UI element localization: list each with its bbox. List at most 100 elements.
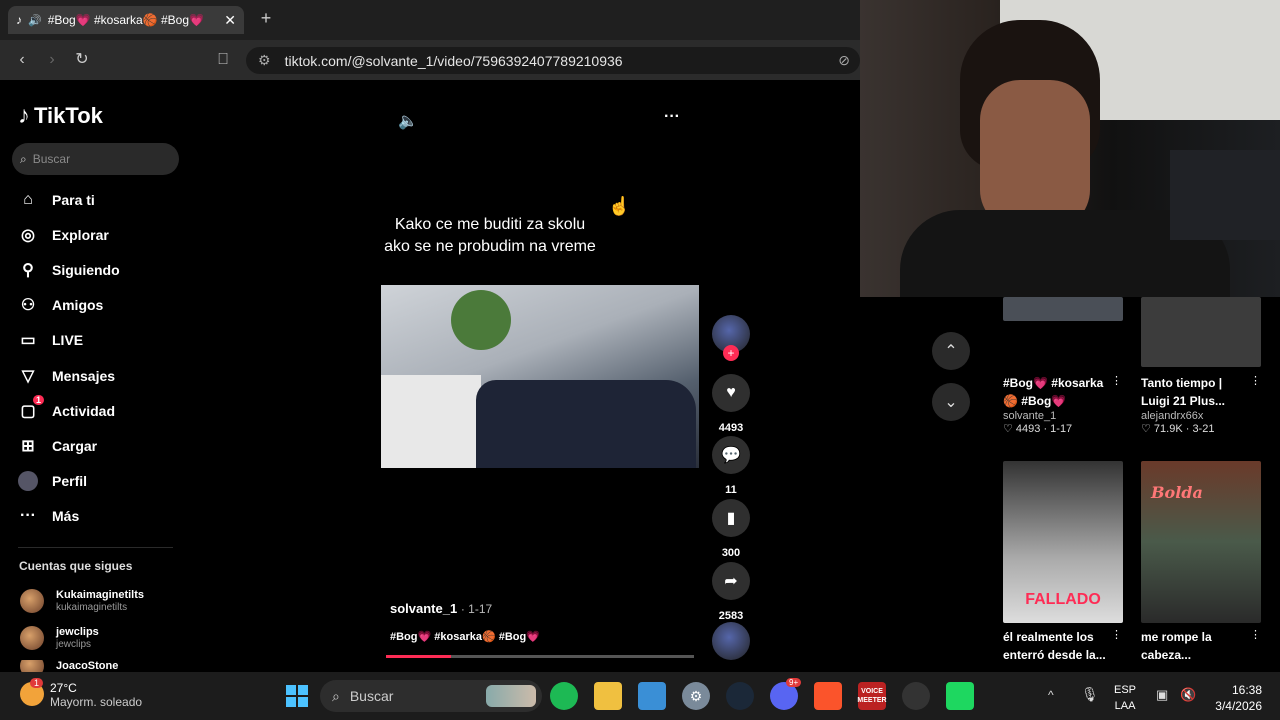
card-more-icon[interactable]: ⋮ <box>1250 628 1261 641</box>
photos-icon[interactable] <box>638 682 666 710</box>
back-icon[interactable]: ‹ <box>10 48 34 72</box>
microphone-icon[interactable]: 🎙 <box>1081 686 1099 703</box>
send-icon: ▽ <box>21 368 35 385</box>
followed-account[interactable]: jewclips jewclips <box>20 623 190 653</box>
reload-icon[interactable]: ↻ <box>70 48 94 72</box>
tiktok-note-icon: ♪ <box>18 102 30 129</box>
video-thumbnail[interactable]: FALLADO <box>1003 461 1123 623</box>
author-name: solvante_1 <box>390 601 458 616</box>
sidebar-item-actividad[interactable]: ▢ 1 Actividad <box>18 395 188 426</box>
voicemeeter-label: VOICE MEETER <box>857 688 887 704</box>
bookmark-icon[interactable]: ⎕ <box>211 48 235 72</box>
sidebar-item-amigos[interactable]: ⚇ Amigos <box>18 290 188 320</box>
video-player[interactable] <box>381 285 699 468</box>
volume-muted-icon[interactable]: 🔇 <box>1180 687 1196 703</box>
discord-icon[interactable]: 9+ <box>770 678 802 710</box>
volume-icon[interactable]: 🔈 <box>398 111 418 131</box>
clock[interactable]: 16:38 3/4/2026 <box>1210 682 1262 714</box>
windows-start-icon[interactable] <box>283 682 311 710</box>
avatar <box>20 589 44 613</box>
brave-browser-icon[interactable] <box>814 682 842 710</box>
grid-card[interactable]: me rompe la cabeza... <box>1141 628 1251 664</box>
language-indicator[interactable]: ESP LAA <box>1114 682 1136 714</box>
grid-card[interactable]: Tanto tiempo | Luigi 21 Plus... alejandr… <box>1141 374 1251 435</box>
creator-avatar[interactable]: + <box>711 315 751 361</box>
card-more-icon[interactable]: ⋮ <box>1250 374 1261 387</box>
follow-plus-icon[interactable]: + <box>723 345 739 361</box>
close-tab-icon[interactable]: ✕ <box>224 12 236 29</box>
voicemeeter-icon[interactable]: VOICE MEETER <box>857 682 887 710</box>
sidebar-item-explorar[interactable]: ◎ Explorar <box>18 220 188 250</box>
chair <box>1170 150 1280 240</box>
tiktok-favicon-icon: ♪ <box>16 13 22 27</box>
video-progress-fill <box>386 655 451 658</box>
camera-off-icon[interactable]: ⊘ <box>838 52 850 69</box>
video-thumbnail[interactable] <box>1141 297 1261 367</box>
video-author[interactable]: solvante_1 · 1-17 <box>390 601 492 616</box>
video-caption-overlay: Kako ce me buditi za skolu ako se ne pro… <box>384 216 596 255</box>
video-hashtags[interactable]: #Bog💗 #kosarka🏀 #Bog💗 <box>390 630 540 643</box>
face <box>980 80 1090 230</box>
card-author: alejandrx66x <box>1141 410 1204 422</box>
tiktok-logo[interactable]: ♪ TikTok <box>18 102 103 130</box>
sidebar-item-label: Explorar <box>52 227 109 243</box>
sleeping-person <box>476 380 696 468</box>
site-settings-icon[interactable]: ⚙ <box>258 52 271 69</box>
discord-badge: 9+ <box>786 678 802 687</box>
new-tab-button[interactable]: + <box>256 8 276 32</box>
nightstand <box>381 375 481 468</box>
browser-tab[interactable]: ♪ 🔊 #Bog💗 #kosarka🏀 #Bog💗 ✕ <box>8 6 244 34</box>
show-hidden-icons-chevron-icon[interactable]: ^ <box>1048 688 1054 702</box>
sidebar-item-mensajes[interactable]: ▽ Mensajes <box>18 361 188 391</box>
card-more-icon[interactable]: ⋮ <box>1111 374 1122 387</box>
network-icon[interactable]: ▣ <box>1156 687 1168 703</box>
like-button[interactable]: ♥ 4493 <box>711 374 751 434</box>
avatar <box>20 626 44 650</box>
sidebar-item-cargar[interactable]: ⊞ Cargar <box>18 431 188 461</box>
weather-widget[interactable]: 27°C Mayorm. soleado <box>50 681 142 709</box>
card-more-icon[interactable]: ⋮ <box>1111 628 1122 641</box>
previous-video-button[interactable]: ⌃ <box>932 332 970 370</box>
music-disc[interactable] <box>711 622 751 660</box>
kick-icon[interactable] <box>946 682 974 710</box>
comment-button[interactable]: 💬 11 <box>711 436 751 496</box>
save-button[interactable]: ▮ 300 <box>711 499 751 559</box>
divider <box>18 547 173 548</box>
steam-icon[interactable] <box>726 682 754 710</box>
forward-icon[interactable]: › <box>40 48 64 72</box>
grid-card[interactable]: #Bog💗 #kosarka🏀 #Bog💗 solvante_1 ♡ 4493 … <box>1003 374 1113 435</box>
settings-gear-icon[interactable]: ⚙ <box>682 682 710 710</box>
obs-icon[interactable] <box>902 682 930 710</box>
taskbar-search[interactable]: ⌕ Buscar <box>320 680 542 712</box>
video-thumbnail[interactable]: Bolda <box>1141 461 1261 623</box>
followed-account[interactable]: Kukaimaginetilts kukaimaginetilts <box>20 586 190 616</box>
share-count: 2583 <box>718 610 744 622</box>
thumbnail-overlay-text: FALLADO <box>1025 591 1101 608</box>
compass-icon: ◎ <box>21 227 35 244</box>
comment-icon: 💬 <box>712 436 750 474</box>
sidebar-item-mas[interactable]: ··· Más <box>18 501 188 531</box>
weather-icon[interactable]: 1 <box>20 678 44 706</box>
sidebar-item-siguiendo[interactable]: ⚲ Siguiendo <box>18 255 188 285</box>
clock-date: 3/4/2026 <box>1215 699 1262 713</box>
followed-account[interactable]: JoacoStone <box>20 660 190 672</box>
file-explorer-icon[interactable] <box>594 682 622 710</box>
address-bar[interactable]: ⚙ tiktok.com/@solvante_1/video/759639240… <box>246 47 860 74</box>
grid-card[interactable]: él realmente los enterró desde la... <box>1003 628 1115 664</box>
sidebar-item-live[interactable]: ▭ LIVE <box>18 325 188 355</box>
more-options-icon[interactable]: ··· <box>664 108 680 126</box>
sidebar-item-para-ti[interactable]: ⌂ Para ti <box>18 185 188 215</box>
spotify-icon[interactable] <box>550 682 578 710</box>
card-author: solvante_1 <box>1003 410 1057 422</box>
account-handle: jewclips <box>56 639 92 650</box>
sidebar-item-label: Siguiendo <box>52 262 120 278</box>
search-input[interactable]: ⌕ Buscar <box>12 143 179 175</box>
video-thumbnail[interactable] <box>1003 297 1123 321</box>
next-video-button[interactable]: ⌄ <box>932 383 970 421</box>
share-button[interactable]: ➦ 2583 <box>711 562 751 622</box>
search-placeholder: Buscar <box>32 152 71 166</box>
speaker-icon[interactable]: 🔊 <box>28 14 42 27</box>
video-date: · 1-17 <box>460 602 493 616</box>
sidebar-item-perfil[interactable]: Perfil <box>18 466 188 496</box>
user-follow-icon: ⚲ <box>22 262 34 279</box>
